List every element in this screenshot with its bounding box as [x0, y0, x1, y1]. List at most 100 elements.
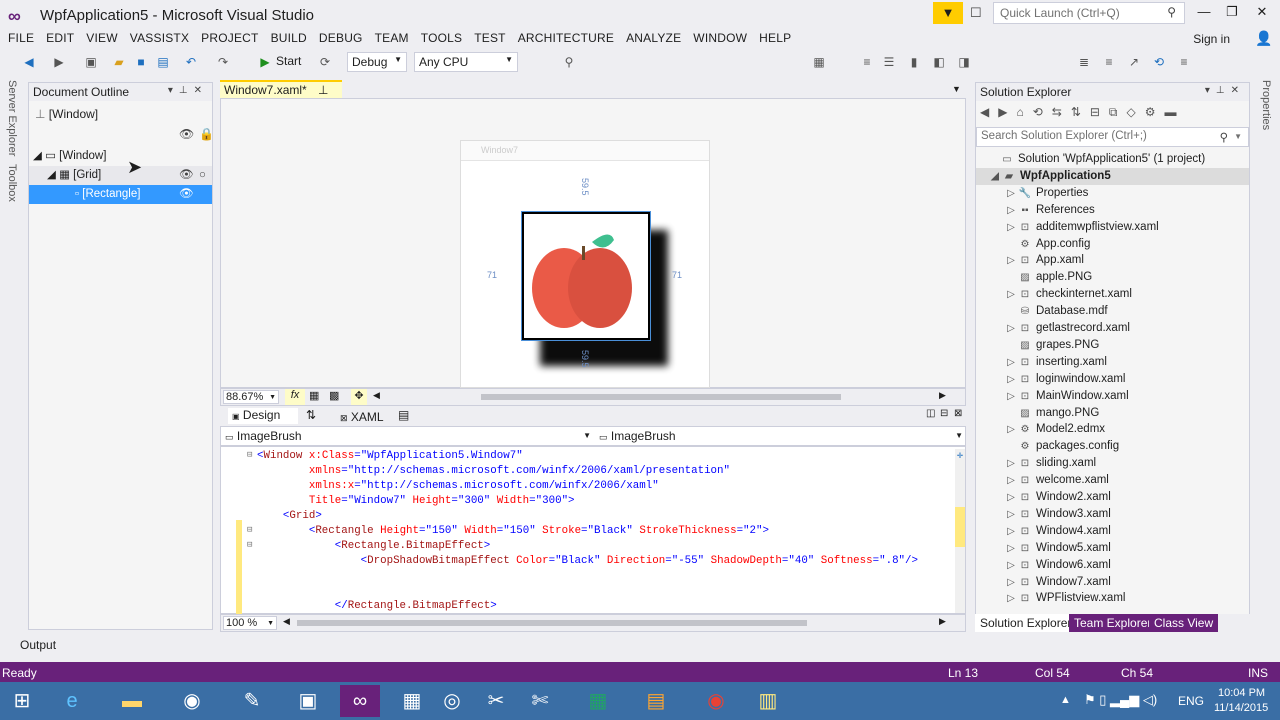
start-button[interactable]: Start [276, 54, 301, 68]
close-button[interactable]: ✕ [1250, 4, 1274, 24]
minimize-button[interactable]: — [1192, 4, 1216, 24]
collapse-icon[interactable]: ◢ [33, 150, 42, 162]
undo-icon[interactable]: ↶ [182, 53, 200, 71]
refresh-icon[interactable]: ⟳ [316, 53, 334, 71]
solution-item[interactable]: ▨ mango.PNG [976, 405, 1249, 422]
language-indicator[interactable]: ENG [1178, 694, 1204, 708]
solution-item[interactable]: ▷ ⊡ Window3.xaml [976, 506, 1249, 523]
archive-icon[interactable]: ▤ [636, 685, 676, 717]
properties-tab[interactable]: Properties [1260, 80, 1272, 130]
clock-time[interactable]: 10:04 PM [1218, 687, 1265, 699]
expand-icon[interactable]: ▷ [1004, 320, 1018, 337]
solution-item[interactable]: ▷ 🔧 Properties [976, 185, 1249, 202]
forward-icon[interactable]: ▶ [50, 53, 68, 71]
chrome-background-icon[interactable]: ◎ [432, 685, 472, 717]
effects-toggle[interactable]: fx [285, 389, 305, 405]
code-horizontal-scrollbar[interactable] [297, 620, 807, 626]
expand-icon[interactable]: ▷ [1004, 354, 1018, 371]
solution-item[interactable]: ▷ ⊡ inserting.xaml [976, 354, 1249, 371]
chrome-icon[interactable]: ◉ [696, 685, 736, 717]
screen-recorder-icon[interactable]: ▣ [288, 685, 328, 717]
solution-item[interactable]: ⚙ packages.config [976, 438, 1249, 455]
step-icon[interactable]: ↗ [1125, 53, 1143, 71]
maximize-button[interactable]: ❐ [1220, 4, 1244, 24]
media-icon[interactable]: ◉ [172, 685, 212, 717]
save-all-icon[interactable]: ▤ [154, 53, 172, 71]
expand-icon[interactable]: ▷ [1004, 590, 1018, 607]
menu-test[interactable]: TEST [468, 30, 511, 46]
vertical-split-icon[interactable]: ◫ [926, 408, 935, 419]
menu-view[interactable]: VIEW [80, 30, 123, 46]
expand-icon[interactable]: ▷ [1004, 421, 1018, 438]
expand-pane-icon[interactable]: ⊠ [954, 408, 962, 419]
debug-location-icon[interactable]: ⟲ [1150, 53, 1168, 71]
open-file-icon[interactable]: ▰ [110, 53, 128, 71]
visibility-eye-icon[interactable]: 👁 [179, 185, 194, 204]
expand-icon[interactable]: ▷ [1004, 286, 1018, 303]
menu-team[interactable]: TEAM [369, 30, 415, 46]
solution-explorer-toolbar[interactable]: ◀▶⌂⟲⇆⇅⊟⧉◇⚙▬ [980, 105, 1246, 125]
solution-item[interactable]: ▷ ⊡ loginwindow.xaml [976, 371, 1249, 388]
internet-explorer-icon[interactable]: e [52, 685, 92, 717]
sign-in-link[interactable]: Sign in [1193, 32, 1230, 46]
clock-date[interactable]: 11/14/2015 [1214, 702, 1268, 714]
layout-icon[interactable]: ▦ [810, 53, 828, 71]
code-zoom-select[interactable]: 100 % ▼ [223, 616, 277, 630]
notifications-filter-icon[interactable]: ▼ [933, 2, 963, 24]
tray-icons[interactable]: ⚑ ▯ ▂▄▆ ◁) [1084, 692, 1157, 708]
horizontal-scrollbar[interactable] [481, 394, 841, 400]
solution-item[interactable]: ▭ Solution 'WpfApplication5' (1 project) [976, 151, 1249, 168]
outline-item-rectangle[interactable]: ▫ [Rectangle] 👁 [29, 185, 212, 204]
lock-toggle-icon[interactable]: ○ [199, 166, 206, 185]
document-tab-window7[interactable]: Window7.xaml* ⊥ ✕ [220, 80, 342, 111]
tab-team-explorer[interactable]: Team Explorer [1069, 614, 1157, 632]
xaml-code-editor[interactable]: < Window x:Class="WpfApplication5.Window7… [220, 446, 966, 614]
element-type-select[interactable]: ▭ ImageBrush ▼ [225, 429, 593, 443]
pin-icon[interactable]: ⊥ [318, 83, 328, 97]
run-icon[interactable]: ≡ [1175, 53, 1193, 71]
solution-item[interactable]: ▷ ⊡ Window4.xaml [976, 523, 1249, 540]
snipping-icon[interactable]: ✄ [520, 685, 560, 717]
expand-icon[interactable]: ▷ [1004, 472, 1018, 489]
menu-edit[interactable]: EDIT [40, 30, 80, 46]
solution-item[interactable]: ▷ ⊡ sliding.xaml [976, 455, 1249, 472]
scroll-left-icon[interactable]: ◀ [373, 390, 380, 401]
lock-all-icon[interactable]: 🔒 [199, 127, 214, 141]
tools-icon[interactable]: ✂ [476, 685, 516, 717]
menu-vassistx[interactable]: VASSISTX [124, 30, 195, 46]
new-project-icon[interactable]: ▣ [82, 53, 100, 71]
find-icon[interactable]: ⚲ [560, 53, 578, 71]
swap-panes-icon[interactable]: ⇅ [306, 408, 316, 422]
solution-search-input[interactable]: Search Solution Explorer (Ctrl+;) ⚲ ▼ [976, 127, 1249, 147]
solution-item[interactable]: ▷ ⊡ Window6.xaml [976, 557, 1249, 574]
show-hidden-icons[interactable]: ▲ [1060, 694, 1071, 706]
bookmark-icon[interactable]: ▮ [905, 53, 923, 71]
save-icon[interactable]: ■ [132, 53, 150, 71]
menu-tools[interactable]: TOOLS [415, 30, 468, 46]
expand-icon[interactable]: ▷ [1004, 540, 1018, 557]
collapse-icon[interactable]: ◢ [988, 168, 1002, 185]
design-tab[interactable]: ▣ Design [228, 408, 298, 424]
menu-window[interactable]: WINDOW [687, 30, 753, 46]
xaml-tab[interactable]: ⊠ XAML [340, 410, 384, 424]
scroll-right-icon[interactable]: ▶ [939, 390, 946, 401]
solution-item[interactable]: ▷ ⚙ Model2.edmx [976, 421, 1249, 438]
tab-class-view[interactable]: Class View [1149, 614, 1219, 632]
split-editor-icon[interactable]: ✛ [957, 450, 963, 462]
outline-item-window[interactable]: ◢ ▭ [Window] [29, 147, 212, 166]
solution-item[interactable]: ◢ ▰ WpfApplication5 [976, 167, 1249, 185]
expand-icon[interactable]: ▷ [1004, 252, 1018, 269]
collapse-rectangle-icon[interactable]: ⊟ [247, 525, 252, 535]
expand-icon[interactable]: ▷ [1004, 202, 1018, 219]
solution-item[interactable]: ⛁ Database.mdf [976, 303, 1249, 320]
solution-item[interactable]: ▷ ⊡ additemwpflistview.xaml [976, 219, 1249, 236]
snap-lines-icon[interactable]: ✥ [351, 389, 367, 405]
horizontal-split-icon[interactable]: ⊟ [940, 408, 948, 419]
toolbox-tab[interactable]: Toolbox [6, 164, 18, 202]
panel-header-icons[interactable]: ▾⊥✕ [168, 85, 208, 96]
output-tab[interactable]: Output [20, 638, 56, 652]
outline-item-grid[interactable]: ◢ ▦ [Grid] 👁 ○ [29, 166, 212, 185]
platform-select[interactable]: Any CPU ▼ [414, 52, 518, 72]
uncomment-icon[interactable]: ≡ [1100, 53, 1118, 71]
solution-item[interactable]: ▷ ⊡ MainWindow.xaml [976, 388, 1249, 405]
